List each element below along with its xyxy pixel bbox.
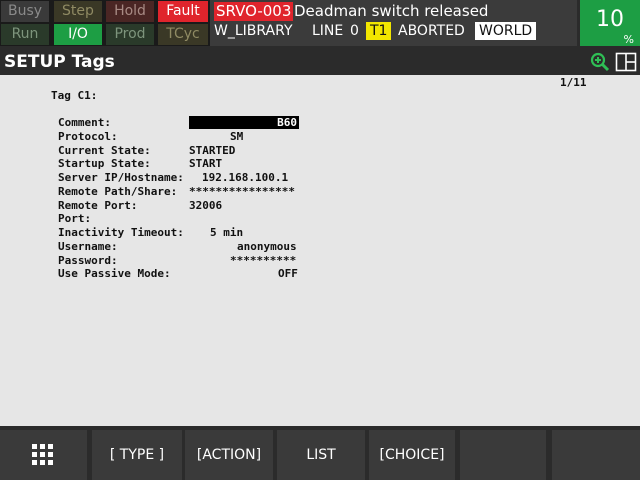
field-label: Inactivity Timeout: xyxy=(58,226,184,239)
field-value: anonymous xyxy=(237,240,297,253)
comment-value-field[interactable]: B60 xyxy=(189,116,299,129)
field-remote-path[interactable]: Remote Path/Share: **************** xyxy=(58,185,308,199)
program-state: ABORTED xyxy=(398,23,465,39)
next-page-button[interactable] xyxy=(552,430,640,480)
field-inactivity-timeout[interactable]: Inactivity Timeout: 5 min xyxy=(58,226,308,240)
status-step: Step xyxy=(54,1,102,22)
f2-action-button[interactable]: [ACTION] xyxy=(185,430,273,480)
field-label: Protocol: xyxy=(58,130,118,143)
field-label: Current State: xyxy=(58,144,151,157)
coordinate-frame-badge: WORLD xyxy=(475,22,537,40)
field-protocol[interactable]: Protocol: SM xyxy=(58,130,308,144)
function-key-bar: [ TYPE ] [ACTION] LIST [CHOICE] xyxy=(0,430,640,480)
alarm-panel[interactable]: SRVO-003 Deadman switch released W_LIBRA… xyxy=(210,0,577,46)
field-password[interactable]: Password: ********** xyxy=(58,254,308,268)
field-value: STARTED xyxy=(189,144,236,157)
f3-list-button[interactable]: LIST xyxy=(277,430,365,480)
field-port[interactable]: Port: xyxy=(58,212,308,226)
field-label: Port: xyxy=(58,212,92,225)
page-indicator: 1/11 xyxy=(560,76,587,89)
split-window-icon[interactable] xyxy=(615,52,637,72)
field-value: **************** xyxy=(189,185,295,198)
override-unit: % xyxy=(623,33,634,46)
status-fault: Fault xyxy=(158,1,208,22)
field-username[interactable]: Username: anonymous xyxy=(58,240,308,254)
field-remote-port[interactable]: Remote Port: 32006 xyxy=(58,199,308,213)
field-value: 192.168.100.1 xyxy=(202,171,289,184)
field-value: 32006 xyxy=(189,199,223,212)
line-number: 0 xyxy=(350,23,359,39)
field-passive-mode[interactable]: Use Passive Mode: OFF xyxy=(58,267,308,281)
grid-icon xyxy=(32,444,53,465)
f5-button[interactable] xyxy=(460,430,546,480)
title-bar: SETUP Tags xyxy=(0,50,640,75)
field-value: 5 min xyxy=(210,226,244,239)
status-indicators: Busy Step Hold Fault Run I/O Prod TCyc xyxy=(0,0,210,46)
line-label: LINE xyxy=(312,23,344,39)
f1-type-button[interactable]: [ TYPE ] xyxy=(92,430,182,480)
field-label: Startup State: xyxy=(58,157,151,170)
setup-tags-panel: 1/11 Tag C1: Comment: B60 Protocol: SM C… xyxy=(0,75,640,426)
field-label: Use Passive Mode: xyxy=(58,267,171,280)
field-label: Username: xyxy=(58,240,118,253)
speed-override[interactable]: 10 % xyxy=(580,0,640,46)
field-label: Server IP/Hostname: xyxy=(58,171,184,184)
program-name: W_LIBRARY xyxy=(214,23,293,39)
alarm-code: SRVO-003 xyxy=(214,2,294,21)
mode-badge: T1 xyxy=(366,22,392,40)
field-value: ********** xyxy=(230,254,297,267)
field-label: Comment: xyxy=(58,116,111,129)
status-prod: Prod xyxy=(106,24,154,45)
field-current-state[interactable]: Current State: STARTED xyxy=(58,144,308,158)
f4-choice-button[interactable]: [CHOICE] xyxy=(369,430,455,480)
field-comment[interactable]: Comment: B60 xyxy=(58,116,308,130)
field-label: Remote Path/Share: xyxy=(58,185,178,198)
status-busy: Busy xyxy=(1,1,49,22)
override-value: 10 xyxy=(596,7,624,32)
alarm-message: Deadman switch released xyxy=(294,2,489,20)
status-io: I/O xyxy=(54,24,102,45)
status-hold: Hold xyxy=(106,1,154,22)
field-label: Remote Port: xyxy=(58,199,138,212)
tag-heading: Tag C1: xyxy=(51,89,98,102)
field-value: START xyxy=(189,157,223,170)
status-run: Run xyxy=(1,24,49,45)
field-value: OFF xyxy=(278,267,298,280)
zoom-in-icon[interactable] xyxy=(590,52,610,72)
field-startup-state[interactable]: Startup State: START xyxy=(58,157,308,171)
page-title: SETUP Tags xyxy=(4,52,115,72)
menu-button[interactable] xyxy=(0,430,87,480)
field-label: Password: xyxy=(58,254,118,267)
field-value: SM xyxy=(230,130,244,143)
status-tcyc: TCyc xyxy=(158,24,208,45)
field-server[interactable]: Server IP/Hostname: 192.168.100.1 xyxy=(58,171,308,185)
